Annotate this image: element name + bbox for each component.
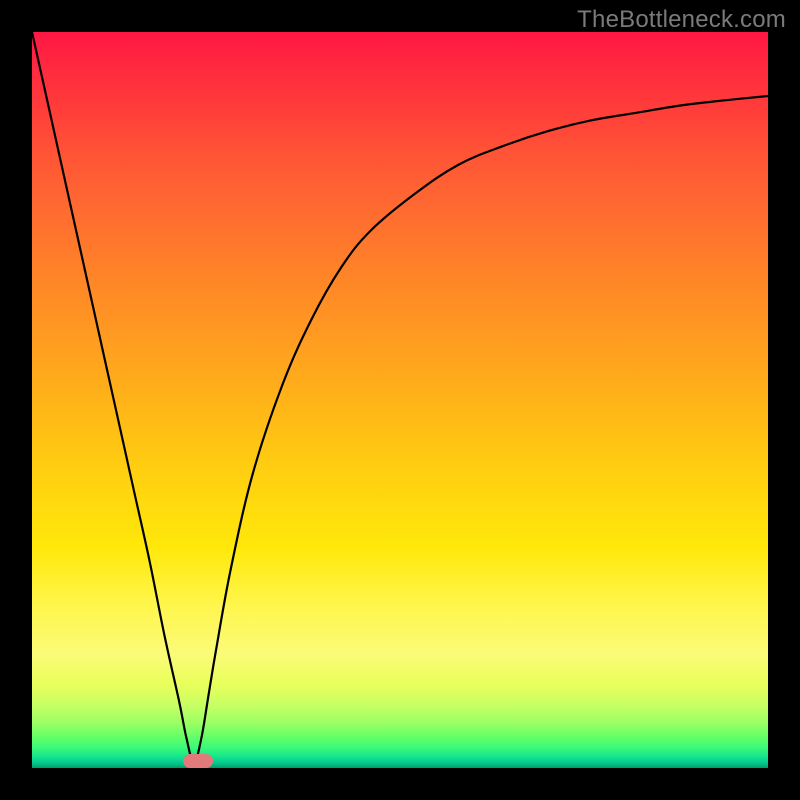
bottleneck-curve: [32, 32, 768, 763]
watermark-text: TheBottleneck.com: [577, 6, 786, 34]
plot-area: [32, 32, 768, 768]
optimal-marker: [183, 754, 213, 768]
curve-svg: [32, 32, 768, 768]
chart-frame: TheBottleneck.com: [0, 0, 800, 800]
